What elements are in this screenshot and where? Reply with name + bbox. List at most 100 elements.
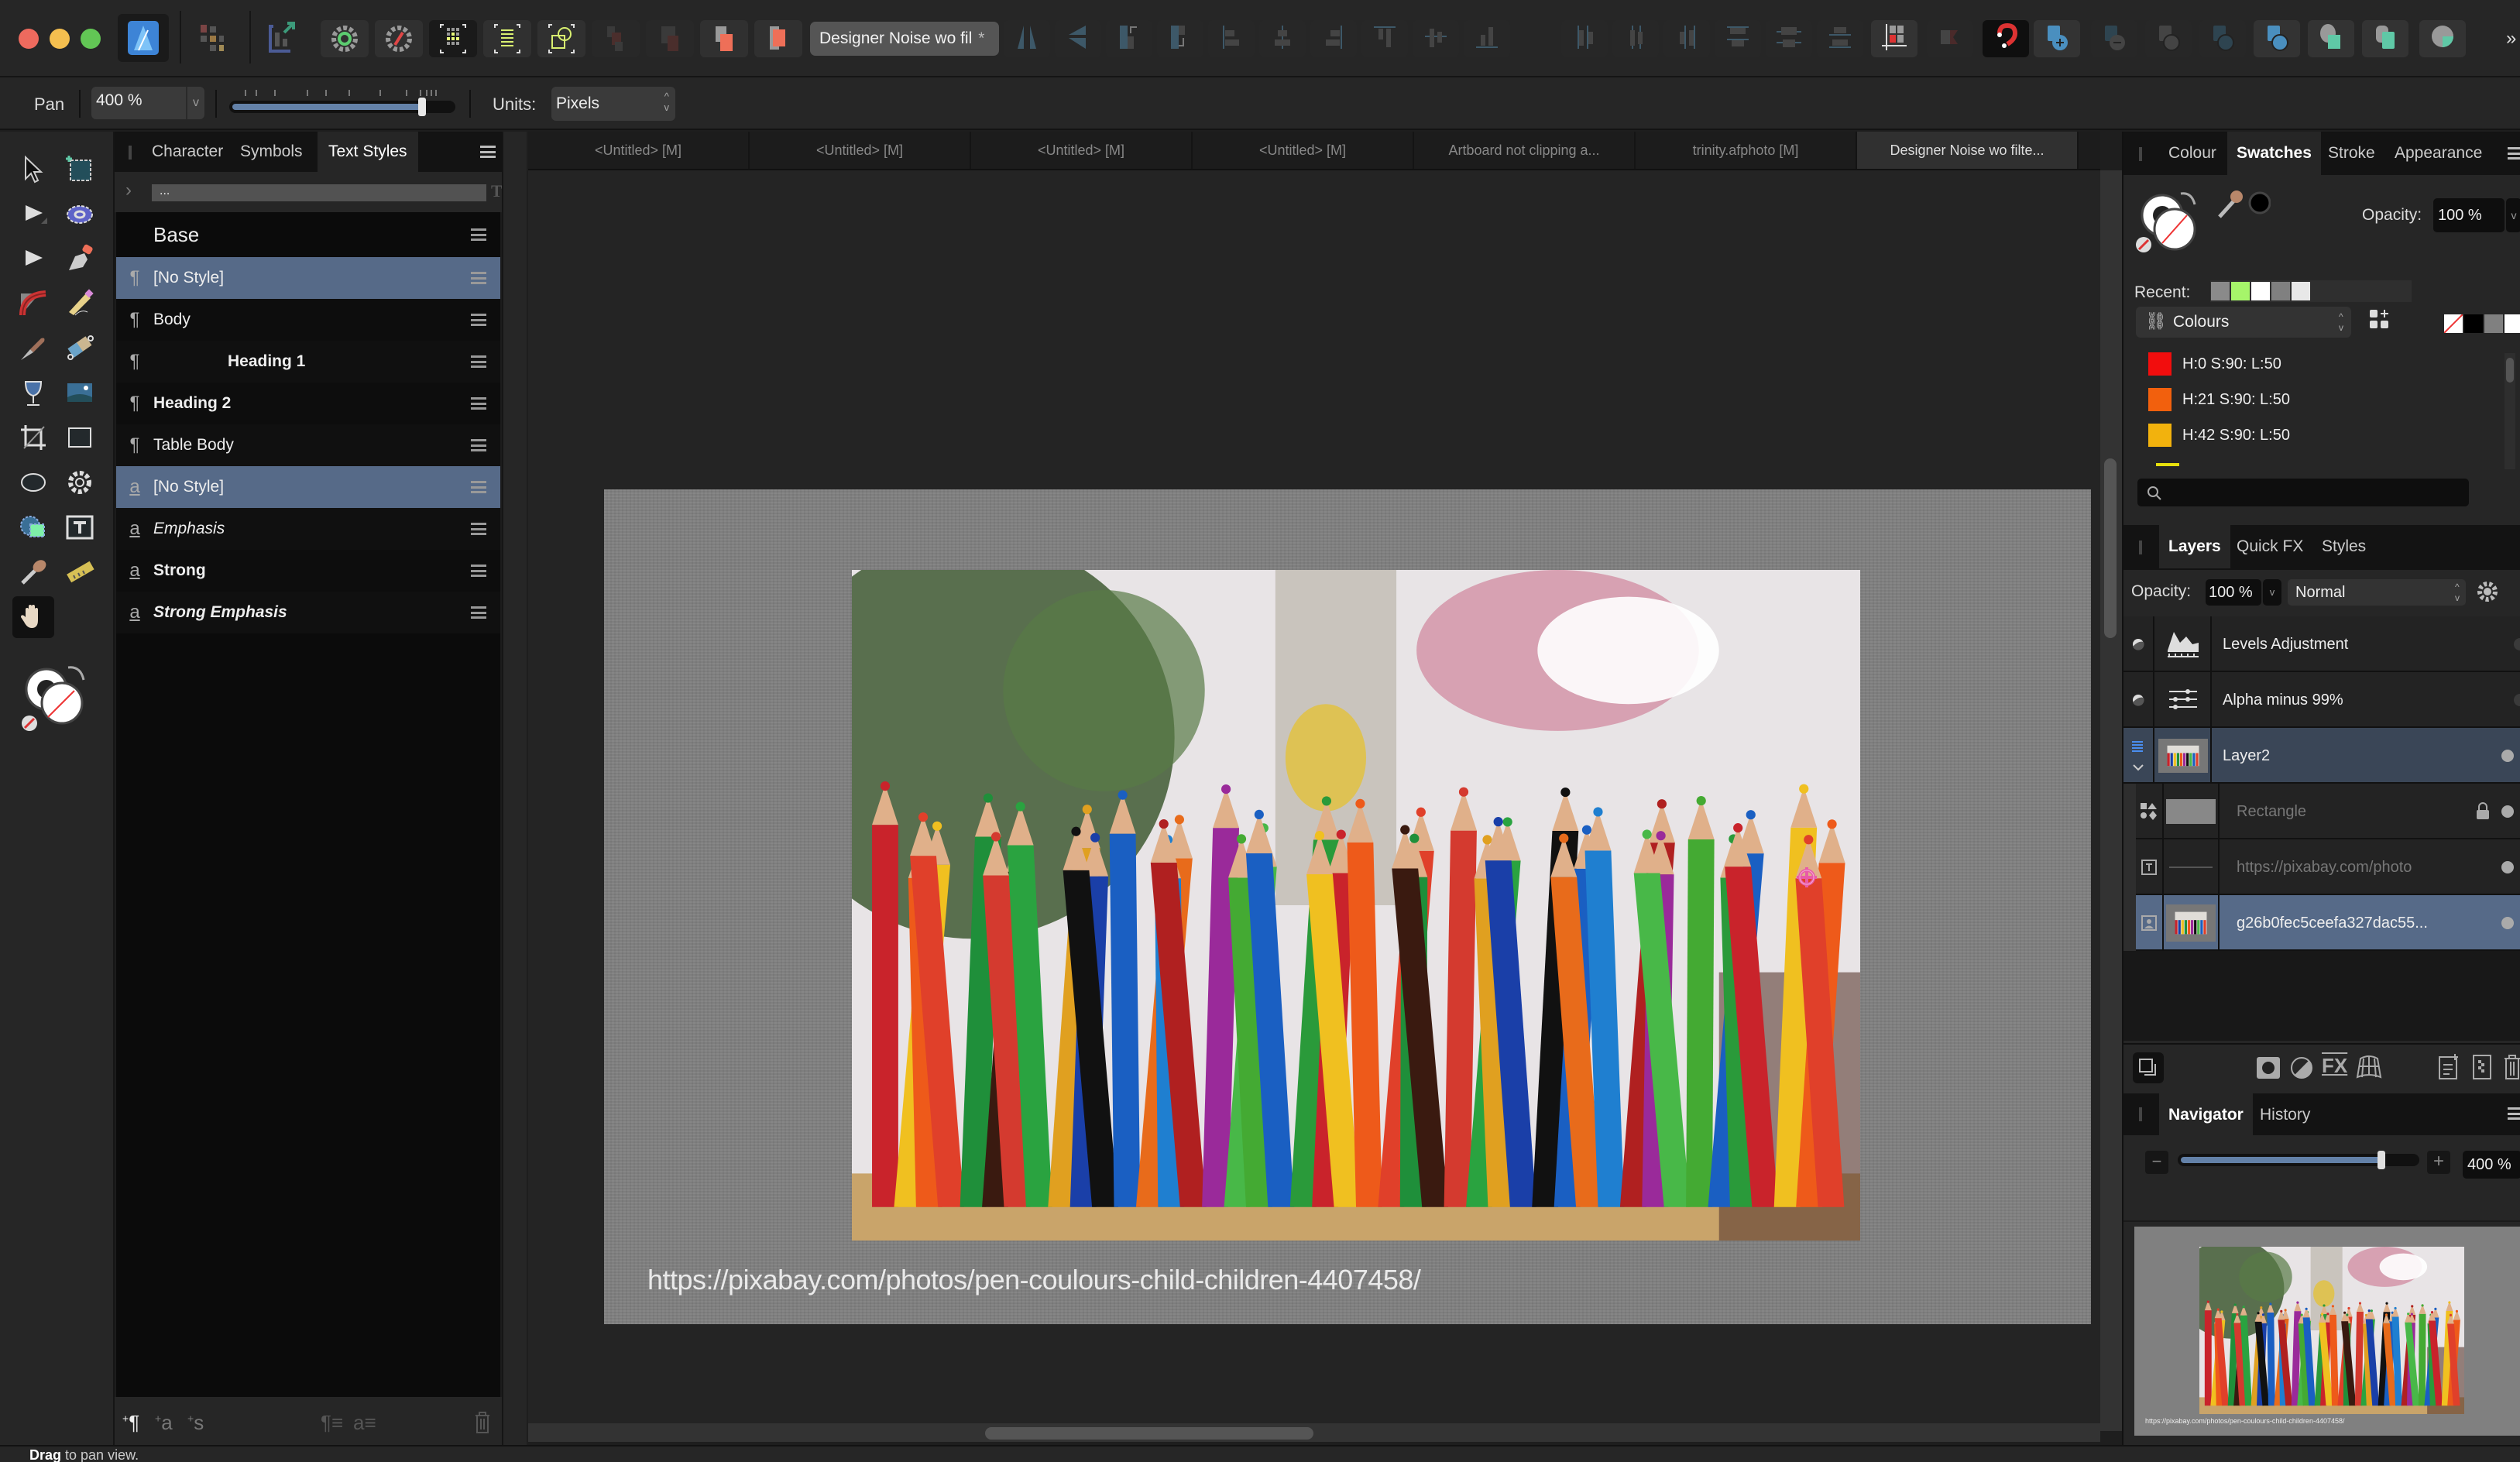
- tab-text-styles[interactable]: Text Styles: [318, 132, 418, 172]
- geometry-mask-button[interactable]: [2419, 20, 2466, 57]
- left-panel-scrollbar[interactable]: [502, 132, 527, 1448]
- fill-stroke-selector[interactable]: [15, 660, 101, 741]
- align-top-button[interactable]: [1361, 20, 1408, 57]
- export-persona-button[interactable]: [259, 20, 307, 57]
- menu-icon[interactable]: [471, 272, 486, 284]
- geometry-merge-button[interactable]: [2308, 20, 2354, 57]
- menu-icon[interactable]: [471, 565, 486, 577]
- frame-text-tool[interactable]: [59, 508, 101, 550]
- chevron-down-icon[interactable]: v: [2263, 579, 2281, 606]
- crop-tool[interactable]: [12, 418, 54, 460]
- paint-brush-tool[interactable]: [12, 328, 54, 370]
- distribute-left-button[interactable]: [1561, 20, 1608, 57]
- distribute-bottom-button[interactable]: [1817, 20, 1863, 57]
- paragraph-style-item[interactable]: ¶ Table Body: [116, 424, 500, 466]
- flood-select-tool[interactable]: [59, 194, 101, 235]
- cog-shape-tool[interactable]: [59, 463, 101, 505]
- move-tool[interactable]: [12, 149, 54, 190]
- mask-layer-icon[interactable]: [2255, 1055, 2281, 1080]
- new-group-style-icon[interactable]: +s: [187, 1411, 204, 1435]
- recent-colour-swatch[interactable]: [2251, 282, 2270, 300]
- flip-vertical-button[interactable]: [1055, 20, 1101, 57]
- panel-menu-icon[interactable]: [2508, 147, 2520, 160]
- live-filter-icon[interactable]: [2356, 1054, 2382, 1080]
- document-title-tab[interactable]: Designer Noise wo fil *: [810, 22, 999, 56]
- pencils-photo[interactable]: [852, 570, 1860, 1241]
- tab-stroke[interactable]: Stroke: [2319, 132, 2384, 175]
- zoom-slider[interactable]: [229, 90, 455, 116]
- apply-character-style-icon[interactable]: a≡: [353, 1411, 376, 1435]
- gear-icon[interactable]: [2477, 581, 2498, 602]
- palette-select[interactable]: ⛓ Colours ^ v: [2136, 307, 2351, 338]
- swatch-item[interactable]: H:0 S:90: L:50: [2148, 348, 2281, 379]
- recent-colour-swatch[interactable]: [2271, 282, 2290, 300]
- pencil-tool[interactable]: [59, 283, 101, 325]
- layer-expand-toggle[interactable]: [2123, 728, 2154, 784]
- colour-picker-tool[interactable]: [12, 553, 54, 595]
- toggle-assistant-button[interactable]: [1927, 20, 1973, 57]
- geometry-clip-button[interactable]: [2362, 20, 2408, 57]
- close-window-button[interactable]: [19, 29, 39, 49]
- apply-paragraph-style-icon[interactable]: ¶≡: [321, 1411, 343, 1435]
- arrange-front-button[interactable]: [754, 20, 802, 57]
- distribute-right-button[interactable]: [1663, 20, 1710, 57]
- quick-colour-swatch[interactable]: [2484, 314, 2503, 333]
- arrange-backward-button[interactable]: [646, 20, 694, 57]
- flip-horizontal-button[interactable]: [1004, 20, 1050, 57]
- adjustment-toggle-icon[interactable]: [2123, 672, 2154, 728]
- distribute-center-button[interactable]: [1612, 20, 1659, 57]
- tab-appearance[interactable]: Appearance: [2385, 132, 2491, 175]
- align-left-button[interactable]: [1208, 20, 1255, 57]
- fill-stroke-selector-icon[interactable]: [2134, 186, 2212, 260]
- menu-icon[interactable]: [471, 606, 486, 619]
- adjustments-icon[interactable]: [2289, 1055, 2314, 1080]
- lock-icon[interactable]: [2475, 802, 2491, 825]
- view-tool[interactable]: [12, 596, 54, 638]
- tab-navigator[interactable]: Navigator: [2159, 1093, 2253, 1137]
- panel-grip-icon[interactable]: [129, 146, 132, 160]
- swatch-item[interactable]: H:42 S:90: L:50: [2148, 420, 2290, 451]
- measure-tool[interactable]: [59, 553, 101, 595]
- align-middle-button[interactable]: [1413, 20, 1459, 57]
- menu-icon[interactable]: [471, 228, 486, 241]
- navigator-preview[interactable]: https://pixabay.com/photos/pen-coulours-…: [2134, 1227, 2520, 1436]
- boolean-intersect-button[interactable]: [2145, 20, 2192, 57]
- menu-icon[interactable]: [471, 439, 486, 451]
- chevron-down-icon[interactable]: v: [186, 87, 204, 119]
- panel-menu-icon[interactable]: [480, 146, 496, 158]
- node-tool[interactable]: [12, 194, 54, 235]
- new-paragraph-style-icon[interactable]: +¶: [122, 1411, 139, 1435]
- document-tab[interactable]: Artboard not clipping a...: [1414, 132, 1636, 169]
- chevron-right-icon[interactable]: ›: [125, 180, 132, 201]
- canvas-viewport[interactable]: https://pixabay.com/photos/pen-coulours-…: [528, 170, 2100, 1431]
- character-style-item[interactable]: a Emphasis: [116, 508, 500, 550]
- text-reset-icon[interactable]: T: [491, 181, 503, 201]
- macro-record-button[interactable]: [375, 20, 423, 57]
- macro-button[interactable]: [321, 20, 369, 57]
- canvas-vertical-scrollbar[interactable]: [2100, 170, 2122, 1431]
- add-pixel-layer-icon[interactable]: [2438, 1054, 2460, 1080]
- panel-grip-icon[interactable]: [2139, 1107, 2142, 1121]
- menu-icon[interactable]: [471, 397, 486, 410]
- horizontal-scroll-thumb[interactable]: [985, 1427, 1313, 1440]
- units-select[interactable]: Pixels ^ v: [551, 87, 675, 121]
- tab-character[interactable]: Character: [141, 132, 234, 172]
- photo-persona-button[interactable]: [118, 14, 169, 62]
- layer-visibility-toggle[interactable]: [2501, 750, 2514, 762]
- boolean-xor-button[interactable]: [2199, 20, 2246, 57]
- character-style-item[interactable]: a [No Style]: [116, 466, 500, 508]
- paragraph-style-item[interactable]: ¶ [No Style]: [116, 257, 500, 299]
- paragraph-style-item[interactable]: ¶ Heading 2: [116, 383, 500, 424]
- canvas-caption-text[interactable]: https://pixabay.com/photos/pen-coulours-…: [647, 1264, 1421, 1296]
- layer-visibility-toggle[interactable]: [2501, 805, 2514, 818]
- colour-picker-icon[interactable]: [2216, 187, 2271, 226]
- recent-colour-swatch[interactable]: [2211, 282, 2230, 300]
- rectangle-tool[interactable]: [59, 418, 101, 460]
- rotate-right-button[interactable]: [1157, 20, 1203, 57]
- layer-row[interactable]: g26b0fec5ceefa327dac55...: [2123, 895, 2520, 951]
- rotate-left-button[interactable]: [1106, 20, 1152, 57]
- document-tab[interactable]: Designer Noise wo filte...: [1857, 132, 2079, 169]
- layer-row[interactable]: https://pixabay.com/photo: [2123, 839, 2520, 895]
- zoom-field[interactable]: 400 % v: [91, 87, 204, 119]
- zoom-slider-thumb[interactable]: [418, 98, 427, 116]
